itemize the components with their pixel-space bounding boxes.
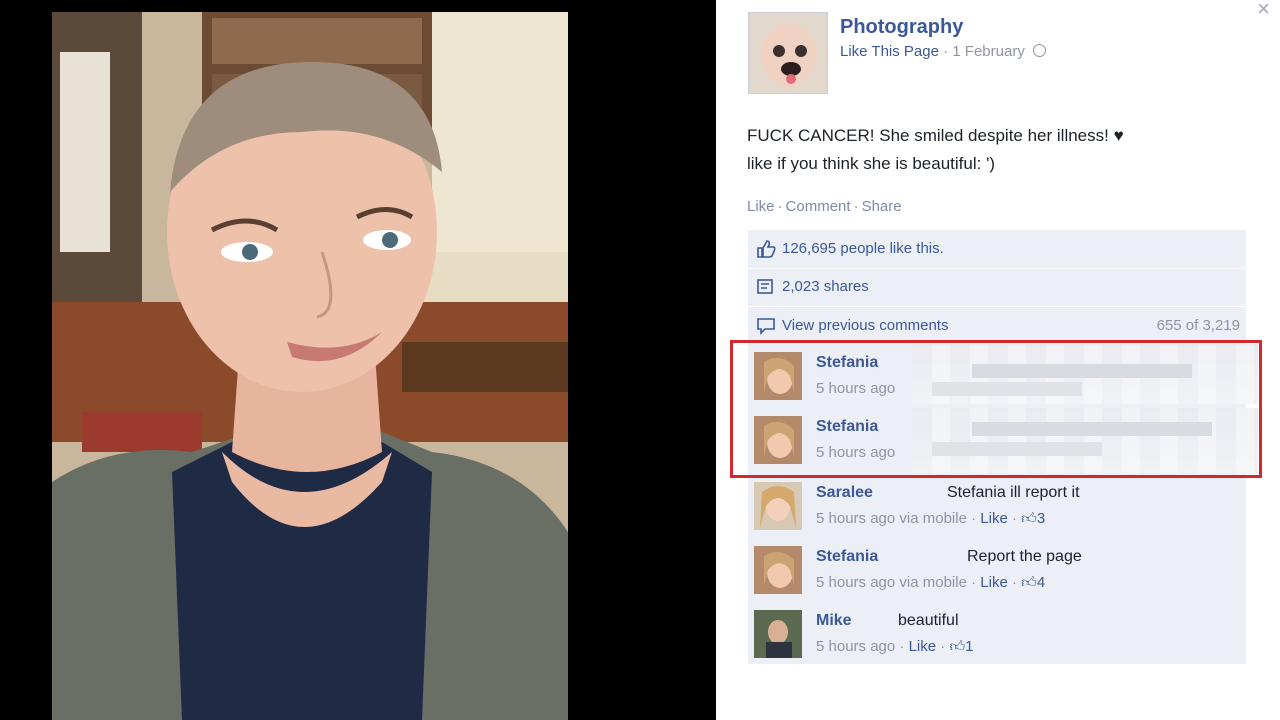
comment-like-count[interactable]: 3	[1037, 510, 1045, 527]
comment-meta: 5 hours ago via mobile · Like · 👍︎3	[816, 510, 1046, 527]
commenter-avatar[interactable]	[754, 610, 802, 658]
page-avatar[interactable]	[748, 12, 828, 94]
page-name[interactable]: Photography	[840, 16, 963, 39]
comment-time[interactable]: 5 hours ago via mobile	[816, 510, 967, 527]
meta-dot: ·	[943, 43, 949, 60]
action-dot: ·	[777, 198, 783, 215]
comment-text: Report the page	[967, 548, 1082, 565]
post-photo[interactable]	[52, 12, 568, 720]
commenter-name[interactable]: Saralee	[816, 484, 873, 502]
post-date[interactable]: 1 February	[952, 43, 1025, 60]
comment-like-count[interactable]: 4	[1037, 574, 1045, 591]
comment-time[interactable]: 5 hours ago	[816, 638, 895, 655]
comment-meta: 5 hours ago via mobile · Like · 👍︎4	[816, 574, 1046, 591]
comment-item: Saralee Stefania ill report it 5 hours a…	[748, 476, 1246, 538]
comment-like-link[interactable]: Like	[909, 638, 937, 655]
comment-like-link[interactable]: Like	[980, 574, 1008, 591]
comment-action[interactable]: Comment	[786, 198, 851, 215]
divider	[748, 306, 1246, 307]
like-action[interactable]: Like	[747, 198, 775, 215]
likes-count-text[interactable]: 126,695 people like this.	[782, 240, 944, 257]
photo-illustration	[52, 12, 568, 720]
divider	[748, 268, 1246, 269]
thumbs-up-icon: 👍︎	[1021, 574, 1037, 591]
avatar-image	[754, 546, 802, 594]
close-icon[interactable]: ×	[1257, 0, 1270, 22]
post-text-line-1: FUCK CANCER! She smiled despite her illn…	[747, 126, 1124, 145]
post-actions: Like · Comment · Share	[747, 198, 902, 215]
comment-count: 655 of 3,219	[1156, 317, 1240, 334]
comment-text: beautiful	[898, 612, 959, 629]
photo-viewer	[0, 0, 716, 720]
avatar-image	[754, 610, 802, 658]
avatar-image	[754, 482, 802, 530]
comment-time[interactable]: 5 hours ago via mobile	[816, 574, 967, 591]
page-avatar-image	[749, 13, 827, 93]
comment-icon	[757, 318, 775, 335]
shares-summary[interactable]: 2,023 shares	[756, 276, 869, 298]
share-icon	[757, 279, 773, 294]
view-previous-text[interactable]: View previous comments	[782, 317, 948, 334]
share-action[interactable]: Share	[862, 198, 902, 215]
thumbs-up-icon: 👍︎	[949, 638, 966, 655]
commenter-avatar[interactable]	[754, 482, 802, 530]
shares-count-text[interactable]: 2,023 shares	[782, 278, 869, 295]
comment-like-count[interactable]: 1	[965, 638, 973, 655]
comment-item: Stefania Report the page 5 hours ago via…	[748, 540, 1246, 602]
post-text: FUCK CANCER! She smiled despite her illn…	[747, 122, 1247, 178]
commenter-name[interactable]: Mike	[816, 612, 852, 630]
post-meta: Like This Page · 1 February	[840, 43, 1047, 60]
globe-icon	[1033, 44, 1047, 57]
highlight-box	[730, 340, 1262, 478]
comment-meta: 5 hours ago · Like · 👍︎1	[816, 638, 974, 655]
view-previous-comments[interactable]: View previous comments	[756, 315, 948, 337]
like-page-link[interactable]: Like This Page	[840, 43, 939, 60]
action-dot: ·	[853, 198, 859, 215]
comment-item: Mike beautiful 5 hours ago · Like · 👍︎1	[748, 604, 1246, 666]
comment-text: Stefania ill report it	[947, 484, 1080, 501]
commenter-avatar[interactable]	[754, 546, 802, 594]
thumbs-up-icon	[757, 240, 776, 258]
comment-like-link[interactable]: Like	[980, 510, 1008, 527]
thumbs-up-icon: 👍︎	[1021, 510, 1037, 527]
post-text-line-2: like if you think she is beautiful: ')	[747, 154, 995, 173]
commenter-name[interactable]: Stefania	[816, 548, 878, 566]
likes-summary[interactable]: 126,695 people like this.	[756, 238, 944, 260]
